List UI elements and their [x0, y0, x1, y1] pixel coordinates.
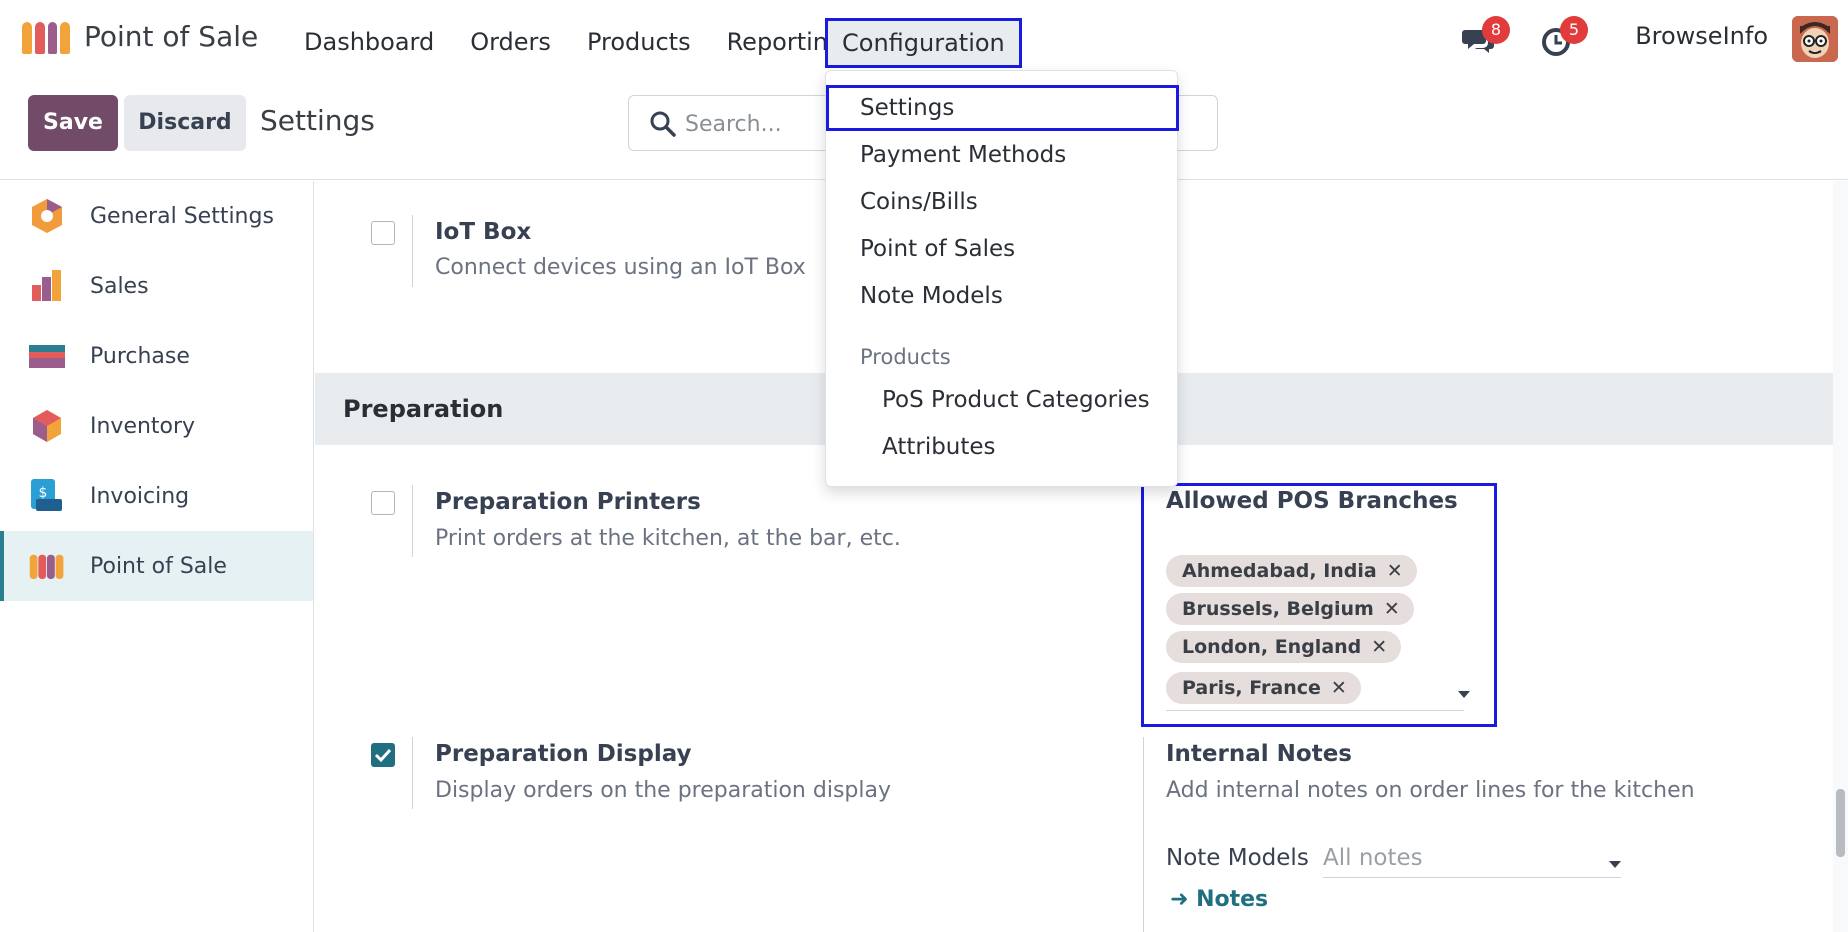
field-underline	[1323, 877, 1621, 878]
notes-link-label: Notes	[1196, 887, 1269, 912]
preparation-display-title: Preparation Display	[435, 741, 692, 767]
sidebar-item-label: Sales	[90, 273, 149, 299]
branch-tag-label: London, England	[1182, 636, 1362, 658]
sidebar-item-label: Purchase	[90, 343, 190, 369]
sidebar-item-label: Invoicing	[90, 483, 190, 509]
configuration-dropdown: Settings Payment Methods Coins/Bills Poi…	[825, 70, 1179, 487]
app-title: Point of Sale	[84, 19, 259, 53]
purchase-icon	[29, 345, 65, 368]
preparation-display-desc: Display orders on the preparation displa…	[435, 778, 891, 803]
sidebar-item-label: General Settings	[90, 203, 274, 229]
messages-button[interactable]: 8	[1462, 16, 1510, 58]
branch-tag-label: Paris, France	[1182, 677, 1321, 699]
field-underline	[1166, 710, 1464, 711]
point-of-sale-logo-icon	[22, 18, 70, 54]
point-of-sale-icon	[29, 554, 64, 579]
chevron-down-icon[interactable]	[1609, 861, 1621, 868]
sidebar-item-point-of-sale[interactable]: Point of Sale	[0, 531, 313, 601]
menu-orders[interactable]: Orders	[452, 22, 569, 62]
branch-tag: Paris, France ✕	[1166, 672, 1361, 704]
branch-tag-label: Brussels, Belgium	[1182, 598, 1374, 620]
search-icon	[650, 111, 676, 137]
allowed-pos-branches-field: Allowed POS Branches Ahmedabad, India ✕ B…	[1141, 483, 1497, 727]
menu-products[interactable]: Products	[569, 22, 709, 62]
note-models-select[interactable]: All notes	[1323, 845, 1423, 871]
preparation-display-checkbox[interactable]	[371, 743, 395, 767]
menu-configuration[interactable]: Configuration	[825, 18, 1022, 68]
dropdown-item-payment-methods[interactable]: Payment Methods	[860, 142, 1066, 168]
sidebar-item-invoicing[interactable]: $ Invoicing	[0, 461, 313, 531]
sidebar-item-general-settings[interactable]: General Settings	[0, 181, 313, 251]
branch-tag: Ahmedabad, India ✕	[1166, 555, 1417, 587]
user-menu[interactable]: BrowseInfo	[1635, 22, 1768, 50]
chevron-down-icon[interactable]	[1458, 691, 1470, 698]
dropdown-item-point-of-sales[interactable]: Point of Sales	[860, 236, 1015, 262]
iot-box-desc: Connect devices using an IoT Box	[435, 255, 806, 280]
checkmark-icon	[374, 748, 392, 763]
dropdown-item-settings[interactable]: Settings	[860, 95, 954, 121]
general-settings-icon	[32, 199, 62, 233]
iot-box-title: IoT Box	[435, 219, 532, 245]
svg-text:$: $	[39, 485, 48, 501]
iot-box-checkbox[interactable]	[371, 221, 395, 245]
settings-sidebar: General Settings Sales Purchase Inventor…	[0, 181, 314, 932]
top-navbar: Point of Sale Dashboard Orders Products …	[0, 0, 1848, 80]
sales-icon	[32, 270, 61, 301]
branch-tag-label: Ahmedabad, India	[1182, 560, 1377, 582]
save-button[interactable]: Save	[28, 95, 118, 151]
allowed-pos-branches-title: Allowed POS Branches	[1166, 488, 1458, 514]
dropdown-section-products: Products	[860, 345, 951, 369]
setting-divider	[412, 485, 413, 557]
branch-tag: London, England ✕	[1166, 631, 1402, 663]
avatar-face-icon	[1792, 16, 1838, 62]
inventory-icon	[33, 410, 61, 442]
internal-notes-desc: Add internal notes on order lines for th…	[1166, 778, 1695, 803]
sidebar-item-inventory[interactable]: Inventory	[0, 391, 313, 461]
preparation-printers-checkbox[interactable]	[371, 491, 395, 515]
dropdown-item-pos-product-categories[interactable]: PoS Product Categories	[882, 387, 1150, 413]
preparation-printers-title: Preparation Printers	[435, 489, 701, 515]
sidebar-item-purchase[interactable]: Purchase	[0, 321, 313, 391]
notes-link[interactable]: ➜ Notes	[1170, 887, 1268, 912]
activities-badge: 5	[1560, 16, 1588, 44]
setting-divider	[1143, 737, 1144, 932]
app-brand[interactable]: Point of Sale	[22, 18, 258, 54]
sidebar-item-label: Inventory	[90, 413, 196, 439]
branch-tag: Brussels, Belgium ✕	[1166, 593, 1414, 625]
preparation-printers-desc: Print orders at the kitchen, at the bar,…	[435, 526, 901, 551]
arrow-right-icon: ➜	[1170, 887, 1197, 912]
menu-dashboard[interactable]: Dashboard	[286, 22, 452, 62]
setting-divider	[412, 737, 413, 809]
user-avatar[interactable]	[1792, 16, 1838, 62]
content-scrollbar[interactable]	[1833, 181, 1848, 932]
remove-tag-icon[interactable]: ✕	[1384, 598, 1400, 620]
dropdown-item-attributes[interactable]: Attributes	[882, 434, 996, 460]
sidebar-item-label: Point of Sale	[90, 553, 227, 579]
breadcrumb: Settings	[260, 104, 375, 137]
remove-tag-icon[interactable]: ✕	[1371, 636, 1387, 658]
dropdown-item-note-models[interactable]: Note Models	[860, 283, 1003, 309]
dropdown-item-coins-bills[interactable]: Coins/Bills	[860, 189, 978, 215]
sidebar-item-sales[interactable]: Sales	[0, 251, 313, 321]
setting-divider	[412, 215, 413, 287]
remove-tag-icon[interactable]: ✕	[1387, 560, 1403, 582]
note-models-label: Note Models	[1166, 845, 1309, 871]
remove-tag-icon[interactable]: ✕	[1331, 677, 1347, 699]
main-menu: Dashboard Orders Products Reporting Conf…	[286, 18, 1022, 68]
discard-button[interactable]: Discard	[124, 95, 246, 151]
scrollbar-thumb[interactable]	[1836, 789, 1845, 857]
activities-button[interactable]: 5	[1540, 16, 1588, 58]
messages-badge: 8	[1482, 16, 1510, 44]
internal-notes-title: Internal Notes	[1166, 741, 1352, 767]
invoicing-icon: $	[31, 479, 62, 511]
section-title: Preparation	[343, 395, 504, 423]
